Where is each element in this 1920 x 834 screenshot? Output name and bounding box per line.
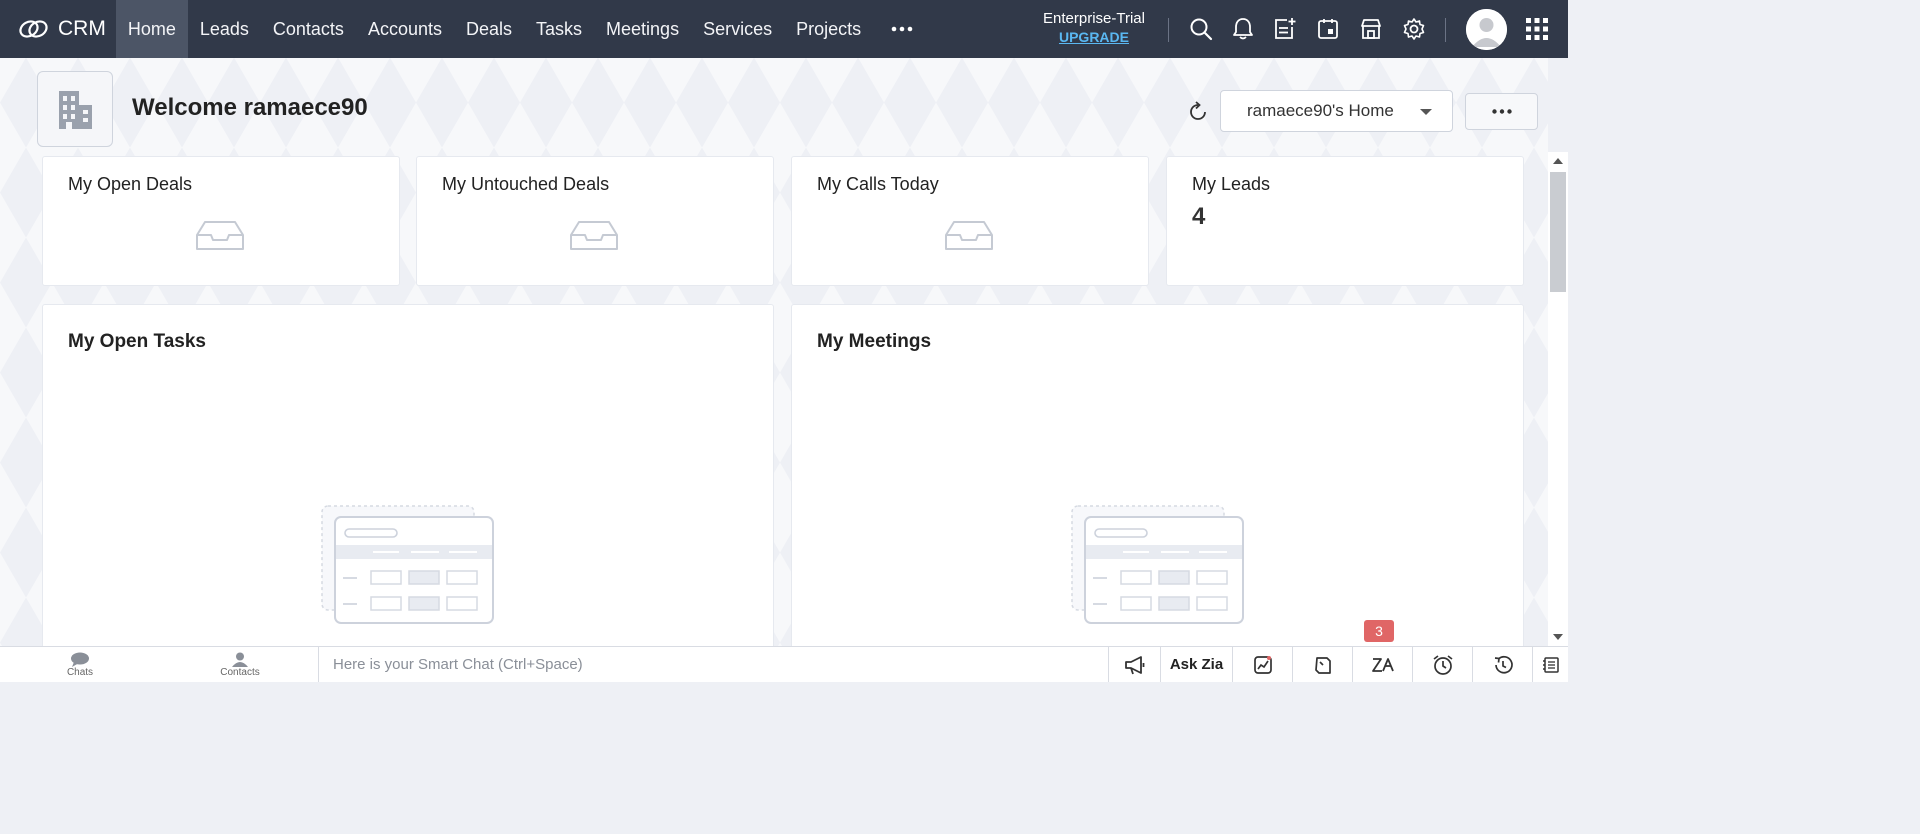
smart-chat-input[interactable]: Here is your Smart Chat (Ctrl+Space) [318,647,1108,682]
tab-contacts[interactable]: Contacts [261,0,356,58]
scroll-up-arrow-icon[interactable] [1553,158,1563,164]
welcome-heading: Welcome ramaece90 [132,94,368,121]
panel-title: My Open Tasks [68,331,206,352]
tab-tasks[interactable]: Tasks [524,0,594,58]
add-note-icon [1275,18,1296,39]
notepad-button[interactable] [1532,647,1568,682]
panel-title: My Meetings [817,331,932,352]
leads-count[interactable]: 4 [1192,203,1205,231]
scrollbar-thumb[interactable] [1550,172,1566,292]
building-icon [59,91,92,129]
chat-bubble-icon [71,652,89,667]
calendar-icon [1318,19,1338,39]
phone-note-icon [1314,656,1331,674]
chart-spark-icon [1253,655,1272,674]
chats-button[interactable]: Chats [0,647,160,683]
top-navigation-bar: CRM Home Leads Contacts Accounts Deals T… [0,0,1568,58]
tab-meetings[interactable]: Meetings [594,0,691,58]
apps-grid-icon [1526,18,1548,40]
empty-tray-icon [196,221,244,250]
ask-zia-button[interactable]: Ask Zia [1160,647,1232,682]
chats-label: Chats [66,667,94,678]
avatar[interactable] [1466,9,1507,50]
zia-icon [1371,657,1394,672]
card-title: My Leads [1192,174,1271,194]
calendar-button[interactable] [1313,14,1343,44]
edition-label: Enterprise-Trial [1043,10,1145,27]
home-view-select[interactable]: ramaece90's Home [1220,90,1453,132]
apps-button[interactable] [1522,14,1552,44]
search-button[interactable] [1186,14,1216,44]
bottom-bar: Chats Contacts Here is your Smart Chat (… [0,646,1568,682]
module-tabs: Home Leads Contacts Accounts Deals Tasks… [115,0,873,58]
empty-tray-icon [945,221,993,250]
more-horizontal-icon [1491,109,1512,114]
scroll-down-arrow-icon[interactable] [1553,634,1563,640]
chevron-down-icon [1420,109,1432,115]
upgrade-link[interactable]: UPGRADE [1036,28,1152,46]
tab-home[interactable]: Home [115,0,188,58]
tab-projects[interactable]: Projects [784,0,873,58]
card-title: My Calls Today [817,174,939,194]
smart-chat-placeholder: Here is your Smart Chat (Ctrl+Space) [333,656,583,673]
brand-name: CRM [58,17,106,40]
tab-leads[interactable]: Leads [188,0,261,58]
bell-icon [1233,18,1253,40]
divider [1445,18,1446,42]
notepad-icon [1542,656,1559,673]
tab-services[interactable]: Services [691,0,784,58]
divider [1168,18,1169,42]
card-my-leads[interactable]: My Leads 4 [1167,157,1523,285]
more-modules-button[interactable] [873,0,931,58]
marketplace-button[interactable] [1356,14,1386,44]
refresh-icon [1190,101,1206,120]
recent-items-button[interactable] [1472,647,1532,682]
brand-logo[interactable]: CRM [0,0,116,58]
gear-icon [1403,18,1425,40]
card-title: My Open Deals [68,174,193,194]
settings-button[interactable] [1399,14,1429,44]
home-view-value: ramaece90's Home [1247,101,1394,120]
announcements-button[interactable] [1108,647,1160,682]
refresh-button[interactable] [1184,98,1212,126]
trial-info: Enterprise-Trial UPGRADE [1036,10,1152,46]
zia-insights-button[interactable] [1352,647,1412,682]
empty-table-illustration [1071,505,1244,624]
panel-my-open-tasks: My Open Tasks [43,305,773,646]
empty-tray-icon [570,221,618,250]
search-icon [1190,18,1213,41]
notes-button[interactable] [1292,647,1352,682]
reminders-button[interactable] [1412,647,1472,682]
quick-create-button[interactable] [1270,14,1300,44]
organization-logo[interactable] [37,71,113,147]
contacts-button[interactable]: Contacts [160,647,320,683]
notification-count-badge: 3 [1364,620,1394,642]
notifications-button[interactable] [1228,14,1258,44]
vertical-scrollbar[interactable] [1548,152,1568,646]
contacts-label: Contacts [220,667,260,678]
crm-logo-icon [19,20,48,38]
more-options-button[interactable] [1465,93,1538,130]
tab-accounts[interactable]: Accounts [356,0,454,58]
card-my-calls-today[interactable]: My Calls Today [792,157,1148,285]
home-dashboard: Welcome ramaece90 ramaece90's Home My Op… [0,58,1548,646]
card-my-untouched-deals[interactable]: My Untouched Deals [417,157,773,285]
history-icon [1494,655,1513,674]
ask-zia-label: Ask Zia [1169,656,1224,673]
empty-table-illustration [321,505,494,624]
card-title: My Untouched Deals [442,174,610,194]
person-icon [232,652,248,667]
analytics-button[interactable] [1232,647,1292,682]
card-my-open-deals[interactable]: My Open Deals [43,157,399,285]
alarm-clock-icon [1432,654,1453,675]
panel-my-meetings: My Meetings [792,305,1523,646]
user-avatar-icon [1466,9,1507,50]
tab-deals[interactable]: Deals [454,0,524,58]
more-horizontal-icon [891,26,913,32]
marketplace-icon [1361,19,1381,39]
megaphone-icon [1124,655,1144,674]
